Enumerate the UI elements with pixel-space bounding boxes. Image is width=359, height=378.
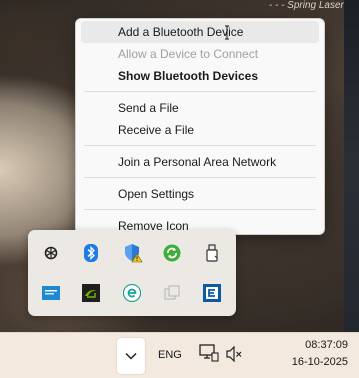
text-cursor-icon	[225, 25, 229, 40]
menu-separator	[84, 145, 316, 146]
taskbar: ENG 08:37:09 16-10-2025	[0, 332, 359, 378]
sync-refresh-icon[interactable]	[159, 240, 185, 266]
wallpaper-caption: - - - Spring Laser ...	[268, 0, 355, 11]
network-icon[interactable]	[199, 344, 219, 362]
bluetooth-context-menu: Add a Bluetooth Device Allow a Device to…	[75, 18, 325, 235]
chatgpt-icon[interactable]	[38, 240, 64, 266]
usb-drive-icon[interactable]	[199, 240, 225, 266]
show-hidden-icons-button[interactable]	[116, 337, 146, 375]
background-window-edge	[344, 0, 359, 332]
chevron-up-icon	[125, 352, 137, 360]
menu-item-allow-device-connect: Allow a Device to Connect	[118, 47, 259, 61]
clock-date[interactable]: 16-10-2025	[292, 356, 348, 368]
dell-monitor-app-icon[interactable]	[38, 280, 64, 306]
menu-separator	[84, 91, 316, 92]
menu-separator	[84, 177, 316, 178]
menu-item-receive-file[interactable]: Receive a File	[81, 119, 319, 141]
clock-time[interactable]: 08:37:09	[305, 339, 348, 351]
security-warning-shield-icon[interactable]	[120, 240, 146, 266]
menu-separator	[84, 209, 316, 210]
nvidia-icon[interactable]	[78, 280, 104, 306]
e-square-app-icon[interactable]	[199, 280, 225, 306]
input-language-indicator[interactable]: ENG	[158, 349, 182, 361]
bluetooth-icon[interactable]	[78, 240, 104, 266]
menu-item-open-settings[interactable]: Open Settings	[81, 183, 319, 205]
hidden-icons-flyout	[28, 230, 236, 316]
easy-connect-e-icon[interactable]	[119, 280, 145, 306]
copy-windows-icon[interactable]	[159, 280, 185, 306]
volume-muted-icon[interactable]	[225, 346, 243, 362]
menu-item-send-file[interactable]: Send a File	[81, 97, 319, 119]
menu-item-join-pan[interactable]: Join a Personal Area Network	[81, 151, 319, 173]
menu-item-show-bluetooth-devices[interactable]: Show Bluetooth Devices	[81, 65, 319, 87]
menu-item-add-bluetooth-device[interactable]: Add a Bluetooth Device	[81, 21, 319, 43]
